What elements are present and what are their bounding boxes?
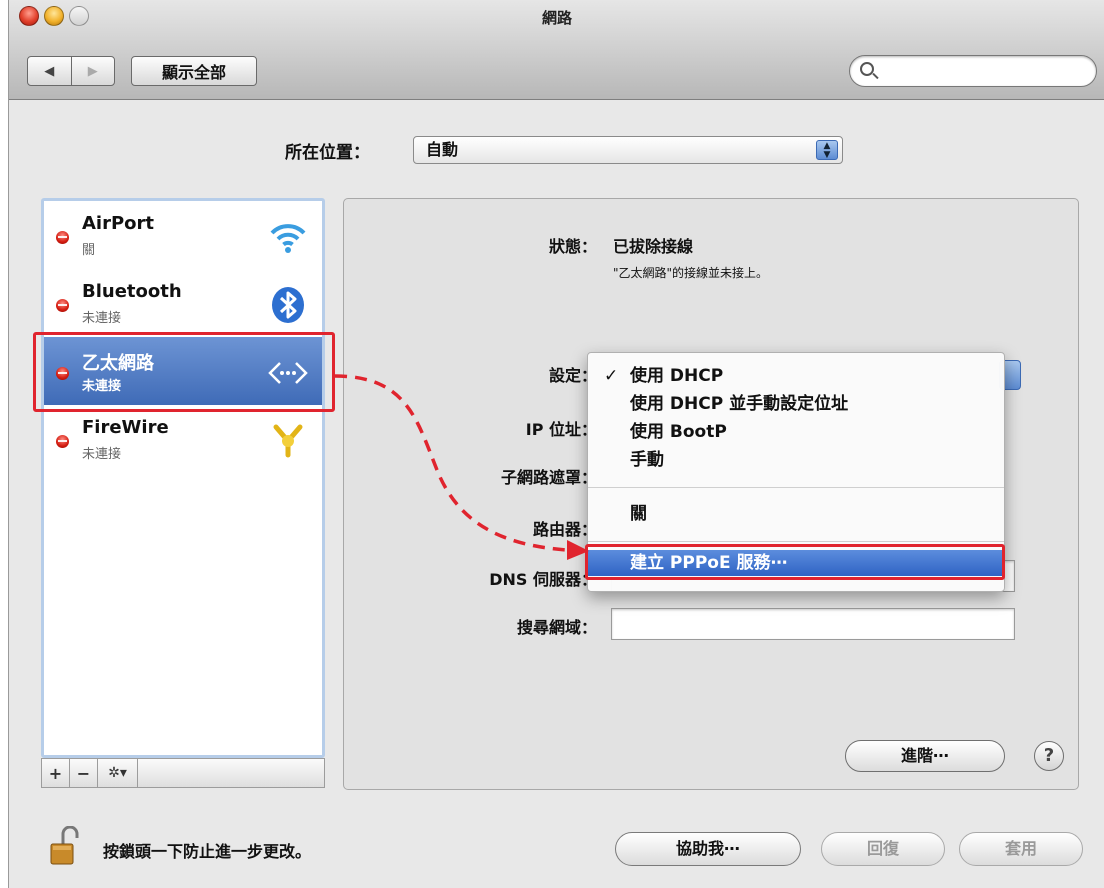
lock-hint-text: 按鎖頭一下防止進一步更改。 — [103, 842, 312, 861]
service-item-firewire[interactable]: FireWire 未連接 — [44, 405, 322, 473]
location-label: 所在位置： — [285, 143, 370, 163]
back-button[interactable]: ◀ — [28, 57, 71, 85]
wifi-icon — [270, 224, 306, 253]
window-title: 網路 — [541, 9, 572, 27]
network-preferences-window: 網路 ◀ ▶ 顯示全部 所在位置： 自動 ▲ ▼ AirPort 關 Bluet… — [8, 0, 1104, 888]
menu-item-dhcp-manual[interactable]: 使用 DHCP 並手動設定位址 — [588, 391, 1004, 417]
toolbar: 網路 ◀ ▶ 顯示全部 — [9, 0, 1104, 100]
advanced-button[interactable]: 進階⋯ — [845, 740, 1005, 772]
gear-menu-button[interactable]: ✲▾ — [98, 759, 138, 787]
checkmark-icon: ✓ — [604, 366, 619, 386]
status-value: 已拔除接線 — [613, 237, 694, 256]
service-status: 未連接 — [82, 311, 122, 326]
revert-button[interactable]: 回復 — [821, 832, 945, 866]
service-name: Bluetooth — [82, 281, 182, 302]
assist-me-button[interactable]: 協助我⋯ — [615, 832, 801, 866]
menu-item-manual[interactable]: 手動 — [588, 447, 1004, 473]
service-item-airport[interactable]: AirPort 關 — [44, 201, 322, 269]
show-all-button[interactable]: 顯示全部 — [131, 56, 257, 86]
service-list: AirPort 關 Bluetooth 未連接 乙太網路 未連接 FireWir… — [41, 198, 325, 758]
search-domains-field[interactable] — [611, 608, 1015, 640]
service-item-bluetooth[interactable]: Bluetooth 未連接 — [44, 269, 322, 337]
dns-server-label: DNS 伺服器： — [489, 570, 597, 589]
status-off-icon — [56, 435, 69, 448]
search-domains-label: 搜尋網域： — [516, 618, 597, 637]
highlight-box-pppoe — [585, 544, 1005, 580]
location-value: 自動 — [426, 140, 459, 159]
back-forward-group: ◀ ▶ — [27, 56, 115, 86]
remove-service-button[interactable]: − — [70, 759, 98, 787]
menu-separator — [588, 541, 1004, 542]
apply-button[interactable]: 套用 — [959, 832, 1083, 866]
bluetooth-icon — [272, 287, 304, 323]
forward-button[interactable]: ▶ — [70, 57, 115, 85]
service-status: 未連接 — [82, 447, 122, 462]
menu-item-label: 使用 DHCP — [630, 366, 724, 386]
service-status: 關 — [82, 243, 96, 258]
highlight-box-ethernet — [33, 332, 335, 412]
service-name: AirPort — [82, 213, 155, 234]
menu-item-dhcp[interactable]: ✓ 使用 DHCP — [588, 363, 1004, 389]
location-select[interactable]: 自動 ▲ ▼ — [413, 136, 843, 164]
firewire-icon — [273, 424, 303, 458]
status-description: "乙太網路"的接線並未接上。 — [613, 266, 769, 280]
service-name: FireWire — [82, 417, 169, 438]
up-down-arrows-icon: ▲ ▼ — [816, 140, 838, 160]
lock-icon[interactable] — [49, 826, 79, 866]
dashed-arrow-icon — [334, 374, 589, 560]
service-list-toolbar: + − ✲▾ — [41, 758, 325, 788]
search-field[interactable] — [849, 55, 1097, 87]
status-off-icon — [56, 299, 69, 312]
help-button[interactable]: ? — [1034, 741, 1064, 771]
status-label: 狀態： — [548, 237, 597, 256]
menu-item-off[interactable]: 關 — [588, 501, 1004, 527]
search-icon — [860, 62, 874, 76]
status-off-icon — [56, 231, 69, 244]
menu-item-bootp[interactable]: 使用 BootP — [588, 419, 1004, 445]
add-service-button[interactable]: + — [42, 759, 70, 787]
menu-separator — [588, 487, 1004, 488]
